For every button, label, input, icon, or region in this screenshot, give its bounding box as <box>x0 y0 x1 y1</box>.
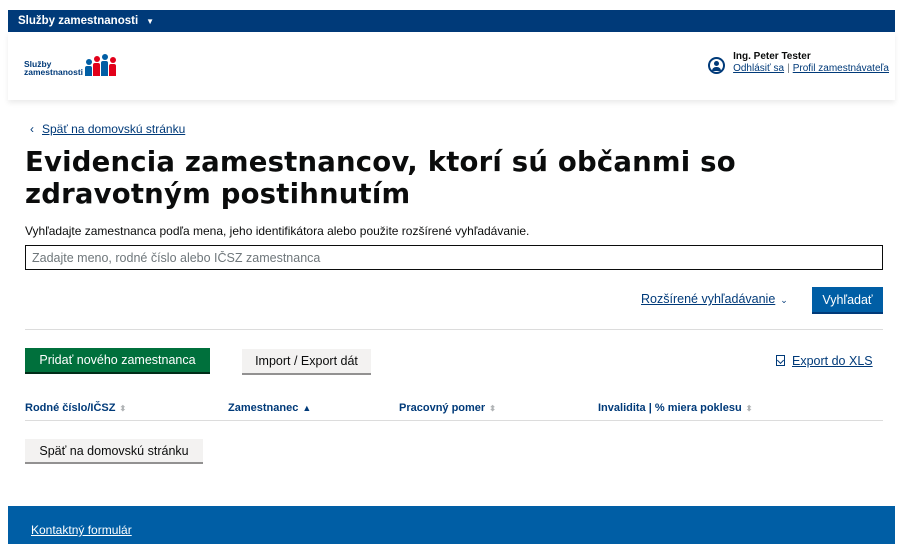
back-to-home-link[interactable]: ‹ Späť na domovskú stránku <box>30 122 185 136</box>
logo-figures-icon <box>85 54 117 76</box>
search-button[interactable]: Vyhľadať <box>812 287 883 314</box>
divider <box>25 329 883 330</box>
logo-text-line2: zamestnanosti <box>24 67 84 77</box>
advanced-search-toggle[interactable]: Rozšírené vyhľadávanie ⌄ <box>641 292 788 306</box>
column-header-id[interactable]: Rodné číslo/IČSZ ⬍ <box>25 402 126 414</box>
employer-profile-link[interactable]: Profil zamestnávateľa <box>793 63 889 74</box>
column-header-disability[interactable]: Invalidita | % miera poklesu ⬍ <box>598 402 752 414</box>
sort-ascending-icon: ▲ <box>302 403 312 413</box>
user-name: Ing. Peter Tester <box>733 51 811 62</box>
services-menu-label: Služby zamestnanosti <box>18 15 139 27</box>
services-menu[interactable]: Služby zamestnanosti ▼ <box>8 10 895 32</box>
export-xls-link[interactable]: Export do XLS <box>776 354 873 368</box>
page-title: Evidencia zamestnancov, ktorí sú občanmi… <box>25 146 736 210</box>
logo[interactable]: Služby zamestnanosti <box>24 54 117 76</box>
chevron-down-icon: ▼ <box>146 16 155 26</box>
add-employee-button[interactable]: Pridať nového zamestnanca <box>25 348 210 374</box>
footer: Kontaktný formulár <box>8 506 895 544</box>
column-header-employee[interactable]: Zamestnanec ▲ <box>228 402 311 414</box>
search-input[interactable] <box>25 245 883 270</box>
user-panel: Ing. Peter Tester Odhlásiť sa | Profil zam… <box>708 51 889 74</box>
table-divider <box>25 420 883 421</box>
column-header-employment[interactable]: Pracovný pomer ⬍ <box>399 402 496 414</box>
chevron-down-icon: ⌄ <box>780 295 788 305</box>
page-description: Vyhľadajte zamestnanca podľa mena, jeho … <box>25 224 530 238</box>
chevron-left-icon: ‹ <box>30 122 34 136</box>
download-file-icon <box>776 355 785 366</box>
sort-icon: ⬍ <box>119 404 127 413</box>
sort-icon: ⬍ <box>489 404 496 413</box>
user-icon <box>708 57 726 74</box>
back-to-home-button[interactable]: Späť na domovskú stránku <box>25 439 203 464</box>
site-header: Služby zamestnanosti Ing. Peter Tester O… <box>8 32 895 100</box>
sort-icon: ⬍ <box>745 404 753 413</box>
logout-link[interactable]: Odhlásiť sa <box>733 63 784 74</box>
contact-form-link[interactable]: Kontaktný formulár <box>31 523 132 537</box>
import-export-button[interactable]: Import / Export dát <box>242 349 371 375</box>
